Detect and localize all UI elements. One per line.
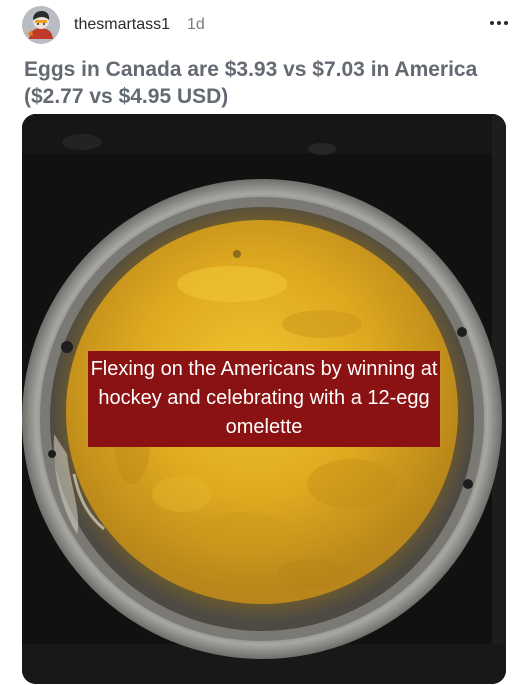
avatar[interactable] bbox=[22, 6, 60, 44]
image-caption: Flexing on the Americans by winning at h… bbox=[88, 351, 440, 447]
username[interactable]: thesmartass1 bbox=[74, 16, 170, 34]
timestamp: 1d bbox=[187, 16, 205, 33]
post-image[interactable]: Flexing on the Americans by winning at h… bbox=[22, 114, 506, 684]
more-options-button[interactable] bbox=[488, 14, 510, 32]
post-header: thesmartass1 1d bbox=[22, 6, 510, 46]
post-title: Eggs in Canada are $3.93 vs $7.03 in Ame… bbox=[24, 58, 478, 108]
ellipsis-icon bbox=[490, 21, 508, 25]
